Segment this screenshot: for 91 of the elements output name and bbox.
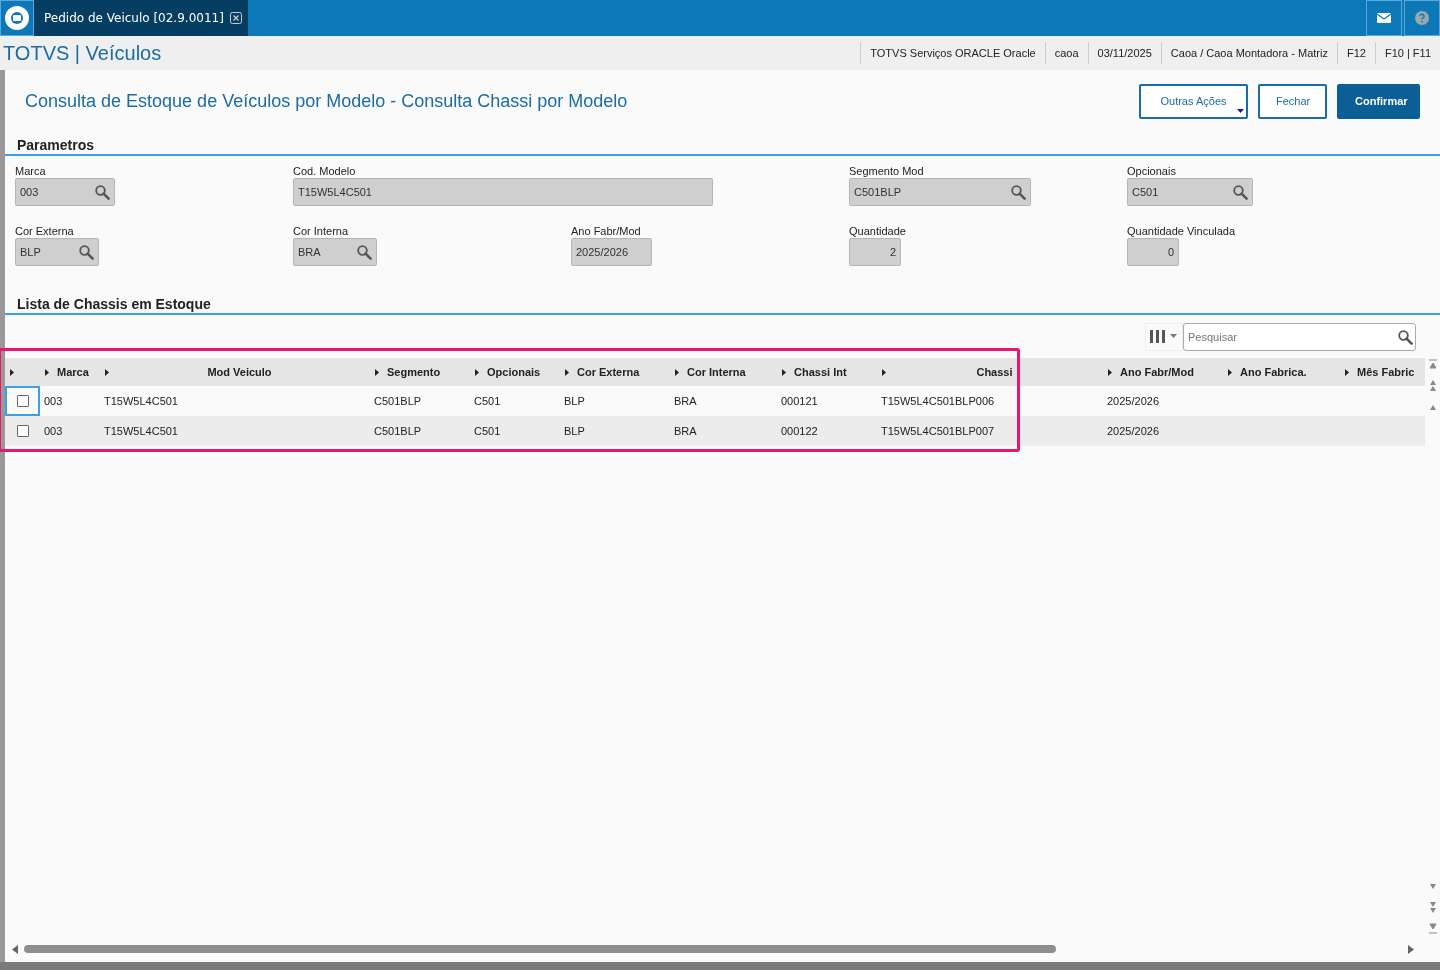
scroll-right-icon[interactable]: [1408, 944, 1414, 954]
field-label: Ano Fabr/Mod: [571, 225, 642, 237]
search-icon[interactable]: [357, 244, 372, 260]
field-label: Cor Externa: [15, 225, 75, 237]
table-cell: C501BLP: [374, 425, 422, 437]
table-cell: 003: [44, 395, 63, 407]
table-cell: 000122: [781, 425, 818, 437]
sort-arrow-icon: [475, 368, 479, 376]
status-info: 03/11/2025: [1087, 42, 1161, 64]
column-header[interactable]: Ano Fabr/Mod: [1120, 366, 1215, 378]
search-icon[interactable]: [95, 184, 110, 200]
section-title: Lista de Chassis em Estoque: [5, 296, 1440, 315]
page-title: Consulta de Estoque de Veículos por Modelo - Consulta Chassi por Modelo: [25, 90, 628, 112]
status-info: caoa: [1044, 42, 1088, 64]
input-field[interactable]: T15W5L4C501: [293, 178, 713, 206]
column-header[interactable]: Chassi: [894, 366, 1095, 378]
tab-label: Pedido de Veiculo [02.9.0011]: [44, 11, 224, 25]
field-label: Cor Interna: [293, 225, 350, 237]
table-cell: BRA: [674, 425, 697, 437]
checkbox[interactable]: [16, 395, 29, 407]
input-field[interactable]: BRA: [293, 238, 377, 266]
mail-icon[interactable]: [1366, 0, 1402, 36]
table-cell: 2025/2026: [1107, 395, 1159, 407]
table-cell: BLP: [564, 425, 585, 437]
column-header[interactable]: Ano Fabrica.: [1240, 366, 1332, 378]
column-header[interactable]: Cor Interna: [687, 366, 769, 378]
window-tab[interactable]: Pedido de Veiculo [02.9.0011]: [34, 0, 248, 36]
column-header[interactable]: Segmento: [387, 366, 462, 378]
column-header[interactable]: Chassi Int: [794, 366, 869, 378]
action-button[interactable]: Fechar: [1258, 83, 1327, 119]
sort-arrow-icon: [565, 368, 569, 376]
sort-arrow-icon: [1228, 368, 1232, 376]
column-header[interactable]: Mês Fabric: [1357, 366, 1417, 378]
table-cell: BLP: [564, 395, 585, 407]
sort-arrow-icon: [10, 368, 14, 376]
sort-arrow-icon: [375, 368, 379, 376]
actions-menu-button[interactable]: Outras Ações: [1139, 83, 1248, 119]
search-icon[interactable]: [1233, 184, 1248, 200]
sort-arrow-icon: [1108, 368, 1112, 376]
close-icon[interactable]: [229, 12, 242, 24]
table-cell: C501: [474, 425, 501, 437]
app-title: TOTVS | Veículos: [2, 41, 162, 65]
column-header[interactable]: Opcionais: [487, 366, 552, 378]
status-info: TOTVS Serviços ORACLE Oracle: [860, 42, 1045, 64]
input-field[interactable]: C501: [1127, 178, 1253, 206]
field-label: Quantidade Vinculada: [1127, 225, 1237, 237]
column-header[interactable]: Cor Externa: [577, 366, 662, 378]
input-field[interactable]: 003: [15, 178, 115, 206]
sort-arrow-icon: [45, 368, 49, 376]
status-info: Caoa / Caoa Montadora - Matriz: [1160, 42, 1337, 64]
sort-arrow-icon: [1345, 368, 1349, 376]
field-label: Quantidade: [849, 225, 907, 237]
table-cell: BRA: [674, 395, 697, 407]
input-field[interactable]: 2: [849, 238, 901, 266]
column-header[interactable]: Marca: [57, 366, 92, 378]
scroll-left-icon[interactable]: [12, 944, 18, 954]
section-title: Parametros: [5, 137, 1440, 156]
table-cell: 2025/2026: [1107, 425, 1159, 437]
table-cell: T15W5L4C501: [104, 395, 178, 407]
table-row[interactable]: 003 T15W5L4C501 C501BLP C501 BLP BRA 000122 T15W5L4C501BLP007 2025/2026: [5, 416, 1425, 446]
search-field[interactable]: Pesquisar: [1183, 323, 1416, 351]
status-info: F12: [1336, 42, 1375, 64]
table-cell: 003: [44, 425, 63, 437]
sort-arrow-icon: [105, 368, 109, 376]
input-field[interactable]: 2025/2026: [571, 238, 652, 266]
field-label: Opcionais: [1127, 165, 1177, 177]
sort-arrow-icon: [782, 368, 786, 376]
table-cell: C501BLP: [374, 395, 422, 407]
sort-arrow-icon: [675, 368, 679, 376]
action-button[interactable]: Confirmar: [1337, 83, 1420, 119]
columns-menu-button[interactable]: [1145, 323, 1183, 351]
field-label: Segmento Mod: [849, 165, 925, 177]
input-field[interactable]: C501BLP: [849, 178, 1031, 206]
field-label: Cod. Modelo: [293, 165, 357, 177]
sort-arrow-icon: [882, 368, 886, 376]
search-icon[interactable]: [79, 244, 94, 260]
columns-icon: [1150, 330, 1178, 344]
table-cell: C501: [474, 395, 501, 407]
input-field[interactable]: 0: [1127, 238, 1179, 266]
table-cell: T15W5L4C501BLP007: [881, 425, 995, 437]
table-cell: 000121: [781, 395, 818, 407]
input-field[interactable]: BLP: [15, 238, 99, 266]
caret-icon: [1237, 108, 1244, 113]
field-label: Marca: [15, 165, 47, 177]
search-icon[interactable]: [1398, 330, 1413, 345]
table-cell: T15W5L4C501: [104, 425, 178, 437]
search-icon[interactable]: [1011, 184, 1026, 200]
status-info: F10 | F11: [1374, 42, 1440, 64]
column-header[interactable]: Mod Veiculo: [117, 366, 362, 378]
checkbox[interactable]: [16, 425, 29, 437]
table-cell: T15W5L4C501BLP006: [881, 395, 995, 407]
